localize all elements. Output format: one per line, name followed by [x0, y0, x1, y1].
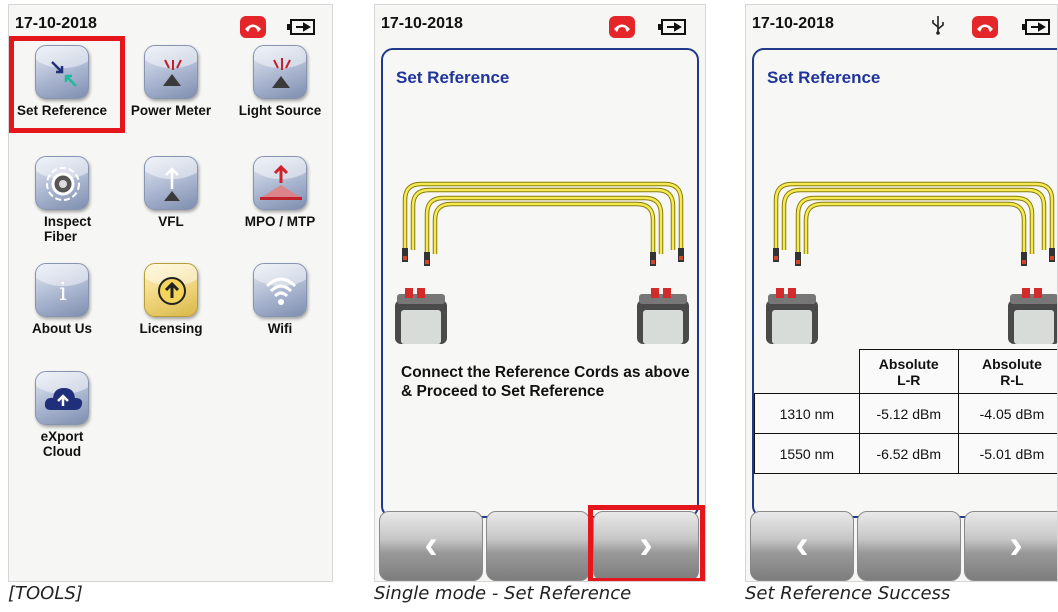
tool-wifi[interactable]: Wifi: [232, 263, 328, 336]
tool-vfl[interactable]: VFL: [123, 156, 219, 229]
caption-single-mode: Single mode - Set Reference: [374, 583, 632, 604]
table-row: 1310 nm -5.12 dBm -4.05 dBm: [754, 393, 1057, 434]
cloud-upload-icon: [35, 371, 89, 425]
wavelength-cell: 1310 nm: [754, 393, 860, 434]
chevron-left-icon: ‹: [795, 523, 809, 567]
table-header-row: Absolute L-R Absolute R-L: [755, 349, 1057, 394]
power-meter-icon: [144, 45, 198, 99]
tool-label: MPO / MTP: [244, 214, 316, 229]
battery-icon: [287, 19, 316, 35]
status-bar: 17-10-2018: [375, 5, 705, 39]
phone-hangup-icon[interactable]: [609, 16, 635, 38]
back-button[interactable]: ‹: [750, 511, 854, 581]
tool-label: Wifi: [267, 321, 293, 336]
tool-label: Power Meter: [130, 103, 212, 118]
rl-value-cell: -5.01 dBm: [957, 433, 1057, 474]
tool-power-meter[interactable]: Power Meter: [123, 45, 219, 118]
phone-hangup-icon[interactable]: [240, 16, 266, 38]
next-button[interactable]: ›: [964, 511, 1057, 581]
reference-cords-diagram: [383, 138, 699, 348]
reference-cords-diagram: [754, 138, 1058, 348]
light-source-icon: [253, 45, 307, 99]
tools-screen: 17-10-2018 Set Reference Power Meter Lig…: [8, 4, 333, 582]
licensing-icon: [144, 263, 198, 317]
panel-title: Set Reference: [767, 68, 881, 87]
caption-tools: [TOOLS]: [8, 583, 83, 604]
table-row: 1550 nm -6.52 dBm -5.01 dBm: [754, 433, 1057, 474]
header-absolute-lr: Absolute L-R: [858, 349, 959, 394]
middle-button[interactable]: [486, 511, 590, 581]
status-date: 17-10-2018: [752, 15, 834, 32]
tool-label: VFL: [158, 214, 184, 229]
chevron-right-icon: ›: [1009, 523, 1023, 567]
tool-mpo-mtp[interactable]: MPO / MTP: [232, 156, 328, 229]
panel-title: Set Reference: [396, 68, 510, 87]
set-reference-screen: 17-10-2018 Set Reference Connect the Ref…: [374, 4, 706, 582]
middle-button[interactable]: [857, 511, 961, 581]
usb-icon: [932, 15, 944, 40]
mpo-mtp-icon: [253, 156, 307, 210]
status-date: 17-10-2018: [381, 15, 463, 32]
back-button[interactable]: ‹: [379, 511, 483, 581]
lr-value-cell: -5.12 dBm: [858, 393, 959, 434]
rl-value-cell: -4.05 dBm: [957, 393, 1057, 434]
tool-label: eXport Cloud: [40, 429, 84, 459]
caption-success: Set Reference Success: [745, 583, 951, 604]
status-bar: 17-10-2018: [746, 5, 1057, 39]
tool-label: About Us: [32, 321, 92, 336]
inspect-fiber-icon: [35, 156, 89, 210]
status-bar: 17-10-2018: [9, 5, 332, 39]
tool-inspect-fiber[interactable]: Inspect Fiber: [14, 156, 110, 244]
status-date: 17-10-2018: [15, 15, 97, 32]
set-reference-result-panel: Set Reference Absolute L-R Absolute R-L …: [752, 48, 1058, 518]
header-absolute-rl: Absolute R-L: [957, 349, 1057, 394]
lr-value-cell: -6.52 dBm: [858, 433, 959, 474]
battery-icon: [658, 19, 687, 35]
battery-icon: [1022, 19, 1051, 35]
phone-hangup-icon[interactable]: [972, 16, 998, 38]
tool-light-source[interactable]: Light Source: [232, 45, 328, 118]
tool-label: Licensing: [139, 321, 203, 336]
vfl-icon: [144, 156, 198, 210]
wifi-icon: [253, 263, 307, 317]
tool-label: Light Source: [238, 103, 322, 118]
next-button-highlight: [588, 505, 705, 581]
info-icon: i: [35, 263, 89, 317]
set-reference-panel: Set Reference Connect the Reference Cord…: [381, 48, 699, 518]
tool-label: Inspect Fiber: [44, 214, 92, 244]
instruction-text: Connect the Reference Cords as above & P…: [401, 364, 690, 400]
reference-results-table: Absolute L-R Absolute R-L 1310 nm -5.12 …: [754, 349, 1057, 474]
svg-text:i: i: [59, 278, 67, 306]
chevron-left-icon: ‹: [424, 523, 438, 567]
tool-export-cloud[interactable]: eXport Cloud: [14, 371, 110, 459]
tool-licensing[interactable]: Licensing: [123, 263, 219, 336]
tool-about-us[interactable]: i About Us: [14, 263, 110, 336]
wavelength-cell: 1550 nm: [754, 433, 860, 474]
set-reference-success-screen: 17-10-2018 Set Reference Absolute L-R Ab…: [745, 4, 1058, 582]
set-reference-icon: [35, 45, 89, 99]
